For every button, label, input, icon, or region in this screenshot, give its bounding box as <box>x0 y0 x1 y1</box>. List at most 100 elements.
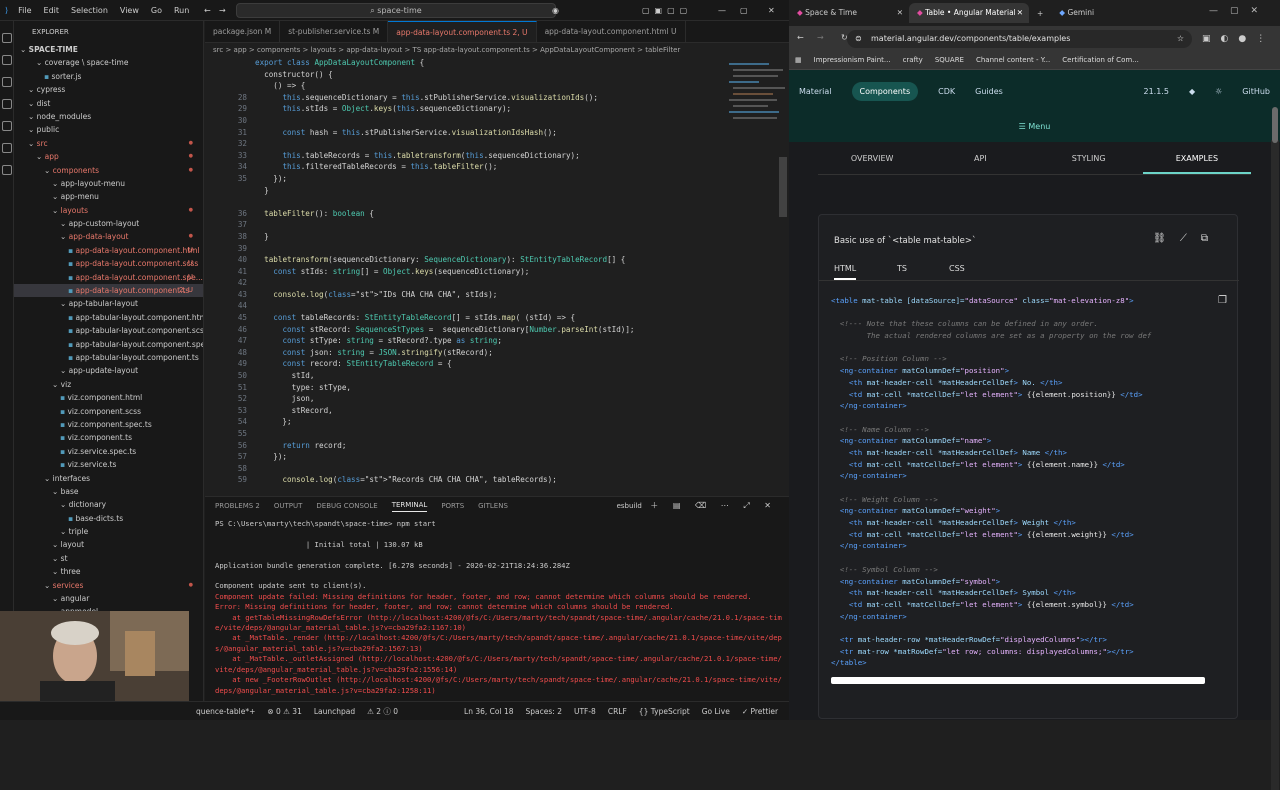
folder-item[interactable]: ⌄ node_modules <box>14 110 203 123</box>
toolbar-icons[interactable]: ▣◐●⋮ <box>1202 34 1275 44</box>
scroll-thumb[interactable] <box>1272 107 1278 143</box>
folder-item[interactable]: ⌄ app-menu <box>14 190 203 203</box>
folder-item[interactable]: ⌄ viz <box>14 378 203 391</box>
status-item[interactable]: quence-table*+ <box>196 707 255 716</box>
folder-item[interactable]: ⌄ app-data-layout ● <box>14 230 203 243</box>
panel-tab-terminal[interactable]: TERMINAL <box>391 501 428 512</box>
bookmark-star-icon[interactable]: ☆ <box>1177 30 1184 48</box>
folder-item[interactable]: ⌄ app-tabular-layout <box>14 297 203 310</box>
new-tab-icon[interactable]: + <box>1037 9 1043 18</box>
bookmark-item[interactable]: crafty <box>903 56 923 64</box>
minimap[interactable] <box>719 57 789 496</box>
command-search[interactable]: ⌕ space-time <box>236 3 556 18</box>
panel-tab-ports[interactable]: PORTS <box>441 502 464 510</box>
explorer-icon[interactable] <box>2 33 12 43</box>
browser-tab[interactable]: ◆ Table • Angular Material ✕ <box>909 3 1029 23</box>
folder-item[interactable]: ⌄ cypress <box>14 83 203 96</box>
editor-tab[interactable]: st-publisher.service.ts M <box>280 21 389 42</box>
link-icon[interactable]: ⛓ <box>1153 233 1180 244</box>
layout-icons[interactable]: ▢▣▢▢ <box>642 6 692 15</box>
tab-close-icon[interactable]: ✕ <box>1017 3 1023 23</box>
file-item[interactable]: ▪ viz.service.spec.ts <box>14 445 203 458</box>
site-nav-components[interactable]: Components <box>851 81 919 101</box>
folder-item[interactable]: ⌄ components ● <box>14 164 203 177</box>
menu-item-selection[interactable]: Selection <box>71 6 108 15</box>
folder-item[interactable]: ⌄ public <box>14 123 203 136</box>
file-item[interactable]: ▪ app-data-layout.component.ts 2, U <box>14 284 203 298</box>
copy-icon[interactable]: ❐ <box>1218 295 1227 306</box>
menu-item-view[interactable]: View <box>120 6 139 15</box>
run-debug-icon[interactable] <box>2 99 12 109</box>
doc-tab-examples[interactable]: EXAMPLES <box>1142 142 1251 174</box>
panel-tab-problems[interactable]: PROBLEMS 2 <box>215 502 260 510</box>
folder-item[interactable]: ⌄ SPACE-TIME <box>14 43 203 56</box>
folder-item[interactable]: ⌄ dist <box>14 97 203 110</box>
folder-item[interactable]: ⌄ triple <box>14 525 203 538</box>
hide-code-icon[interactable]: ⟋ <box>1180 233 1201 244</box>
accessibility-icon[interactable]: ☼ <box>1215 87 1222 96</box>
menu-row[interactable]: ☰ Menu <box>789 112 1280 142</box>
folder-item[interactable]: ⌄ app-custom-layout <box>14 217 203 230</box>
editor-tab[interactable]: package.json M <box>205 21 281 42</box>
browser-tab[interactable]: ◆ Space & Time ✕ <box>789 3 909 23</box>
close-icon[interactable]: ✕ <box>768 6 775 15</box>
file-item[interactable]: ▪ viz.service.ts <box>14 458 203 471</box>
editor-tab[interactable]: app-data-layout.component.html U <box>537 21 686 42</box>
file-item[interactable]: ▪ viz.component.spec.ts <box>14 418 203 431</box>
example-actions[interactable]: ⛓⟋⧉ <box>1153 233 1222 244</box>
github-link[interactable]: GitHub <box>1242 87 1270 96</box>
doc-tab-api[interactable]: API <box>926 142 1034 174</box>
status-item[interactable]: CRLF <box>608 707 627 716</box>
file-item[interactable]: ▪ app-data-layout.component.html U <box>14 244 203 257</box>
code-tab-html[interactable]: HTML <box>834 264 857 280</box>
status-item[interactable]: Spaces: 2 <box>526 707 562 716</box>
open-new-icon[interactable]: ⧉ <box>1201 233 1222 244</box>
folder-item[interactable]: ⌄ app-layout-menu <box>14 177 203 190</box>
menu-item-edit[interactable]: Edit <box>44 6 60 15</box>
theme-icon[interactable]: ◆ <box>1189 87 1195 96</box>
panel-tab-debug[interactable]: DEBUG CONSOLE <box>316 502 377 510</box>
bookmark-item[interactable]: Impressionism Paint... <box>814 56 891 64</box>
copilot-icon[interactable]: ◉ <box>552 6 559 15</box>
extensions-icon[interactable] <box>2 121 12 131</box>
folder-item[interactable]: ⌄ layout <box>14 538 203 551</box>
file-item[interactable]: ▪ base-dicts.ts <box>14 512 203 525</box>
file-item[interactable]: ▪ viz.component.scss <box>14 405 203 418</box>
folder-item[interactable]: ⌄ src ● <box>14 137 203 150</box>
doc-tab-overview[interactable]: OVERVIEW <box>818 142 926 174</box>
folder-item[interactable]: ⌄ services ● <box>14 579 203 592</box>
bookmark-item[interactable]: Certification of Com... <box>1062 56 1139 64</box>
folder-item[interactable]: ⌄ app ● <box>14 150 203 163</box>
status-item[interactable]: ✓ Prettier <box>742 707 778 716</box>
remote-icon[interactable] <box>2 143 12 153</box>
file-item[interactable]: ▪ app-tabular-layout.component.scss <box>14 324 203 337</box>
status-item[interactable]: ⊗ 0 ⚠ 31 <box>267 707 301 716</box>
menu-item-file[interactable]: File <box>18 6 31 15</box>
maximize-icon[interactable]: ▢ <box>740 6 748 15</box>
terminal-output[interactable]: PS C:\Users\marty\tech\spandt\space-time… <box>205 515 789 700</box>
doc-tab-styling[interactable]: STYLING <box>1035 142 1143 174</box>
folder-item[interactable]: ⌄ dictionary <box>14 498 203 511</box>
file-item[interactable]: ▪ app-data-layout.component.scss U <box>14 257 203 270</box>
panel-tab-output[interactable]: OUTPUT <box>274 502 303 510</box>
window-controls[interactable]: —▢✕ <box>1209 6 1270 16</box>
file-item[interactable]: ▪ app-tabular-layout.component.spec.ts <box>14 338 203 351</box>
folder-item[interactable]: ⌄ angular <box>14 592 203 605</box>
nav-back-icon[interactable]: ← <box>204 6 211 15</box>
folder-item[interactable]: ⌄ three <box>14 565 203 578</box>
back-icon[interactable]: ← <box>797 33 804 42</box>
file-item[interactable]: ▪ app-tabular-layout.component.html <box>14 311 203 324</box>
folder-item[interactable]: ⌄ base <box>14 485 203 498</box>
file-item[interactable]: ▪ sorter.js <box>14 70 203 83</box>
forward-icon[interactable]: → <box>817 33 824 42</box>
file-item[interactable]: ▪ app-data-layout.component.spe... U <box>14 271 203 284</box>
bookmark-item[interactable]: SQUARE <box>935 56 964 64</box>
site-nav-cdk[interactable]: CDK <box>938 87 955 96</box>
panel-tab-gitlens[interactable]: GITLENS <box>478 502 508 510</box>
status-item[interactable]: Ln 36, Col 18 <box>464 707 513 716</box>
nav-forward-icon[interactable]: → <box>219 6 226 15</box>
file-item[interactable]: ▪ app-tabular-layout.component.ts <box>14 351 203 364</box>
url-field[interactable]: ⊜ material.angular.dev/components/table/… <box>847 29 1192 48</box>
file-item[interactable]: ▪ viz.component.html <box>14 391 203 404</box>
status-item[interactable]: Launchpad <box>314 707 355 716</box>
